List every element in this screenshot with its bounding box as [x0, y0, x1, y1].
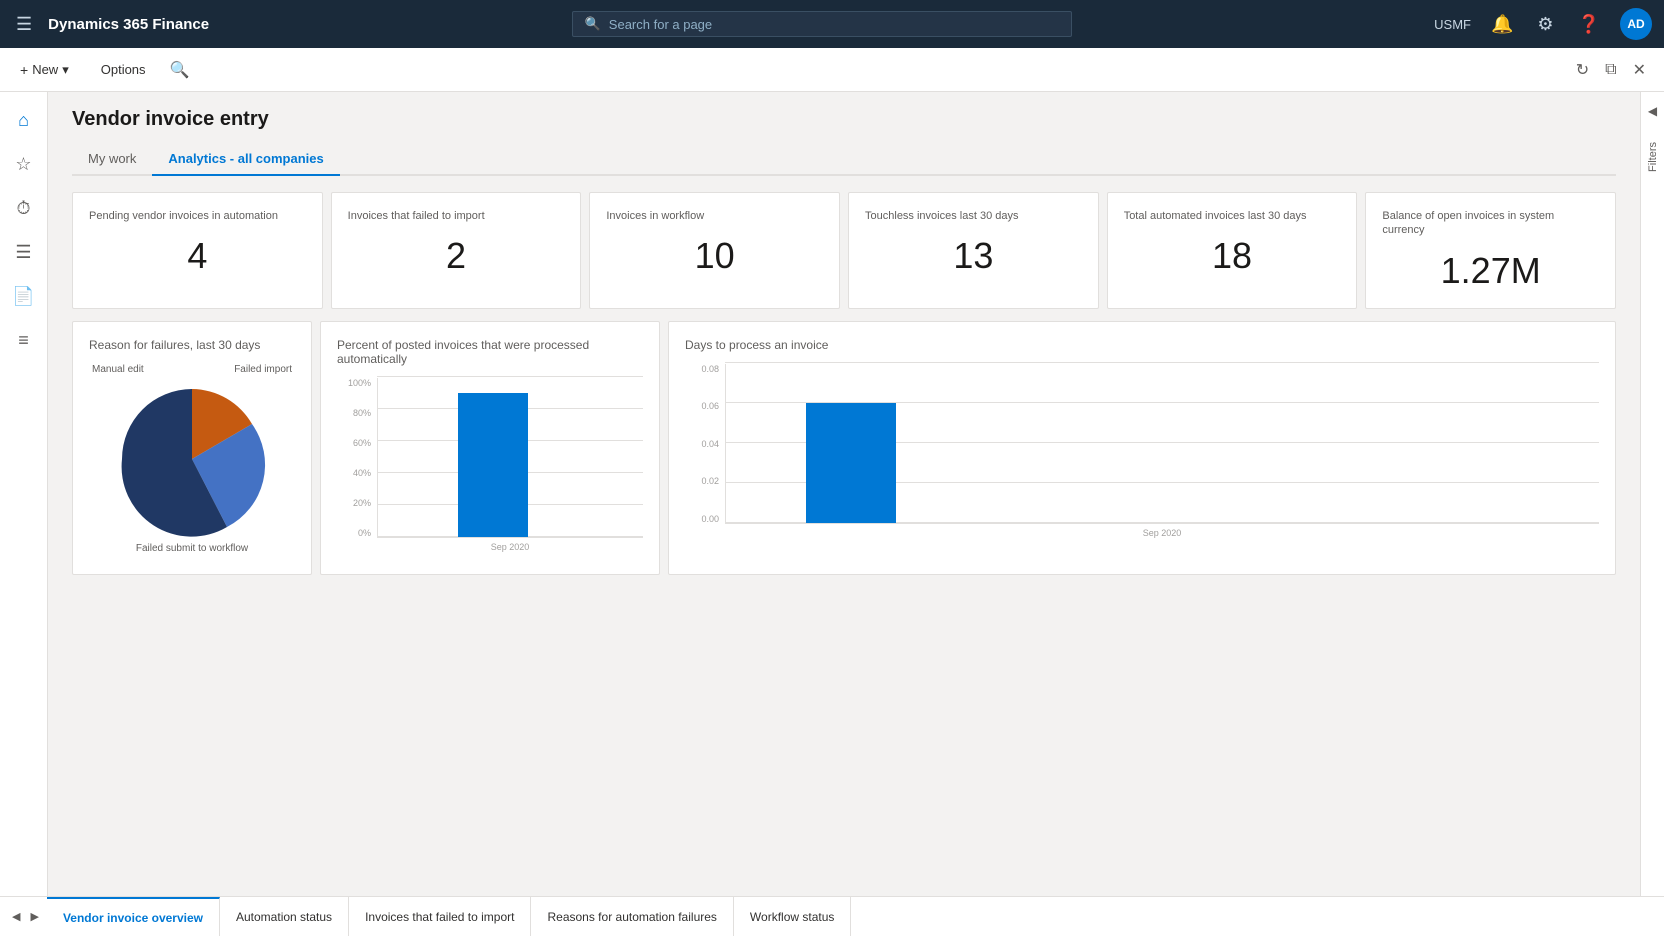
- bar1-bar: [458, 393, 528, 537]
- filters-label[interactable]: Filters: [1647, 142, 1659, 172]
- chart-bar1-title: Percent of posted invoices that were pro…: [337, 338, 643, 366]
- page-tabs: My work Analytics - all companies: [72, 143, 1616, 176]
- bar1-y3: 40%: [337, 468, 371, 478]
- search-bar[interactable]: 🔍: [572, 11, 1072, 37]
- new-button[interactable]: + New ▾: [12, 58, 77, 82]
- kpi-value-touchless: 13: [865, 235, 1082, 277]
- kpi-card-failed-import[interactable]: Invoices that failed to import 2: [331, 192, 582, 309]
- bar2-area: 0.08 0.06 0.04 0.02 0.00 Sep 2020: [685, 364, 1599, 544]
- page-title: Vendor invoice entry: [72, 108, 1616, 131]
- kpi-value-total-automated: 18: [1124, 235, 1341, 277]
- plus-icon: +: [20, 62, 28, 78]
- kpi-label-total-automated: Total automated invoices last 30 days: [1124, 209, 1341, 223]
- notification-icon[interactable]: 🔔: [1487, 10, 1517, 39]
- refresh-icon[interactable]: ↻: [1570, 56, 1595, 84]
- chart-pie-title: Reason for failures, last 30 days: [89, 338, 295, 352]
- kpi-value-failed-import: 2: [348, 235, 565, 277]
- bar1-y2: 20%: [337, 498, 371, 508]
- bottom-tab-automation[interactable]: Automation status: [220, 897, 349, 936]
- options-button[interactable]: Options: [93, 58, 154, 81]
- kpi-card-touchless[interactable]: Touchless invoices last 30 days 13: [848, 192, 1099, 309]
- bottom-tabs-bar: ◀ ▶ Vendor invoice overview Automation s…: [0, 896, 1664, 936]
- kpi-value-balance: 1.27M: [1382, 250, 1599, 292]
- bottom-next-arrow[interactable]: ▶: [26, 908, 42, 925]
- bar2-y1: 0.00: [685, 514, 719, 524]
- kpi-value-pending: 4: [89, 235, 306, 277]
- tab-analytics[interactable]: Analytics - all companies: [152, 143, 339, 176]
- tab-my-work[interactable]: My work: [72, 143, 152, 176]
- kpi-label-workflow: Invoices in workflow: [606, 209, 823, 223]
- hamburger-icon[interactable]: ☰: [12, 10, 36, 39]
- chart-pie-card[interactable]: Reason for failures, last 30 days Manual…: [72, 321, 312, 575]
- bar1-y4: 60%: [337, 438, 371, 448]
- bar1-y1: 0%: [337, 528, 371, 538]
- kpi-label-touchless: Touchless invoices last 30 days: [865, 209, 1082, 223]
- sidebar-item-workspaces[interactable]: ☰: [4, 232, 44, 272]
- bar2-x-label: Sep 2020: [1143, 528, 1182, 538]
- bar2-bar: [806, 403, 896, 523]
- bottom-tab-reasons[interactable]: Reasons for automation failures: [531, 897, 733, 936]
- bar2-y5: 0.08: [685, 364, 719, 374]
- kpi-card-total-automated[interactable]: Total automated invoices last 30 days 18: [1107, 192, 1358, 309]
- pie-label-failed-import: Failed import: [234, 364, 292, 375]
- sidebar-item-favorites[interactable]: ☆: [4, 144, 44, 184]
- kpi-card-pending[interactable]: Pending vendor invoices in automation 4: [72, 192, 323, 309]
- chart-bar2-card[interactable]: Days to process an invoice 0.08: [668, 321, 1616, 575]
- bottom-tab-failed-import[interactable]: Invoices that failed to import: [349, 897, 531, 936]
- kpi-label-balance: Balance of open invoices in system curre…: [1382, 209, 1599, 238]
- toolbar-right-controls: ↻ ⧉ ✕: [1570, 56, 1652, 84]
- kpi-card-workflow[interactable]: Invoices in workflow 10: [589, 192, 840, 309]
- sidebar-item-home[interactable]: ⌂: [4, 100, 44, 140]
- bottom-tab-workflow[interactable]: Workflow status: [734, 897, 851, 936]
- pie-label-manual: Manual edit: [92, 364, 144, 375]
- sidebar-item-modules[interactable]: 📄: [4, 276, 44, 316]
- bottom-tab-overview[interactable]: Vendor invoice overview: [47, 897, 220, 936]
- pie-label-failed-workflow: Failed submit to workflow: [136, 543, 248, 554]
- settings-icon[interactable]: ⚙: [1533, 10, 1557, 39]
- main-content: Vendor invoice entry My work Analytics -…: [48, 92, 1640, 936]
- popout-icon[interactable]: ⧉: [1599, 57, 1622, 83]
- sidebar-item-list[interactable]: ≡: [4, 320, 44, 360]
- close-icon[interactable]: ✕: [1627, 56, 1652, 84]
- sidebar-item-recent[interactable]: ⏱: [4, 188, 44, 228]
- bottom-nav-arrows: ◀ ▶: [8, 908, 43, 925]
- search-input[interactable]: [609, 17, 1059, 32]
- pie-chart-container: Manual edit Failed import Failed submit …: [89, 364, 295, 554]
- app-title: Dynamics 365 Finance: [48, 16, 209, 33]
- search-icon: 🔍: [585, 16, 601, 32]
- toolbar-search-icon[interactable]: 🔍: [170, 60, 190, 80]
- bar2-y4: 0.06: [685, 401, 719, 411]
- charts-row: Reason for failures, last 30 days Manual…: [72, 321, 1616, 575]
- sub-toolbar: + New ▾ Options 🔍 ↻ ⧉ ✕: [0, 48, 1664, 92]
- new-button-label: New: [32, 62, 58, 77]
- kpi-value-workflow: 10: [606, 235, 823, 277]
- main-layout: ⌂ ☆ ⏱ ☰ 📄 ≡ Vendor invoice entry My work…: [0, 92, 1664, 936]
- help-icon[interactable]: ❓: [1574, 10, 1604, 39]
- bar1-y5: 80%: [337, 408, 371, 418]
- new-dropdown-icon: ▾: [62, 62, 69, 78]
- bar1-area: 100% 80% 60% 40% 20% 0% Sep 2020: [337, 378, 643, 558]
- avatar[interactable]: AD: [1620, 8, 1652, 40]
- bar2-y2: 0.02: [685, 476, 719, 486]
- bar2-y3: 0.04: [685, 439, 719, 449]
- top-navbar: ☰ Dynamics 365 Finance 🔍 USMF 🔔 ⚙ ❓ AD: [0, 0, 1664, 48]
- kpi-card-balance[interactable]: Balance of open invoices in system curre…: [1365, 192, 1616, 309]
- chart-bar1-card[interactable]: Percent of posted invoices that were pro…: [320, 321, 660, 575]
- options-label: Options: [101, 62, 146, 77]
- kpi-label-pending: Pending vendor invoices in automation: [89, 209, 306, 223]
- bar1-x-label: Sep 2020: [491, 542, 530, 552]
- bottom-prev-arrow[interactable]: ◀: [8, 908, 24, 925]
- topnav-right-icons: USMF 🔔 ⚙ ❓ AD: [1434, 8, 1652, 40]
- right-collapse-panel: ◀ Filters: [1640, 92, 1664, 936]
- collapse-panel-button[interactable]: ◀: [1644, 100, 1661, 122]
- username-label: USMF: [1434, 17, 1471, 32]
- pie-chart-svg: [112, 379, 272, 539]
- chart-bar2-title: Days to process an invoice: [685, 338, 1599, 352]
- sidebar: ⌂ ☆ ⏱ ☰ 📄 ≡: [0, 92, 48, 936]
- bar1-y6: 100%: [337, 378, 371, 388]
- kpi-cards-row: Pending vendor invoices in automation 4 …: [72, 192, 1616, 309]
- kpi-label-failed-import: Invoices that failed to import: [348, 209, 565, 223]
